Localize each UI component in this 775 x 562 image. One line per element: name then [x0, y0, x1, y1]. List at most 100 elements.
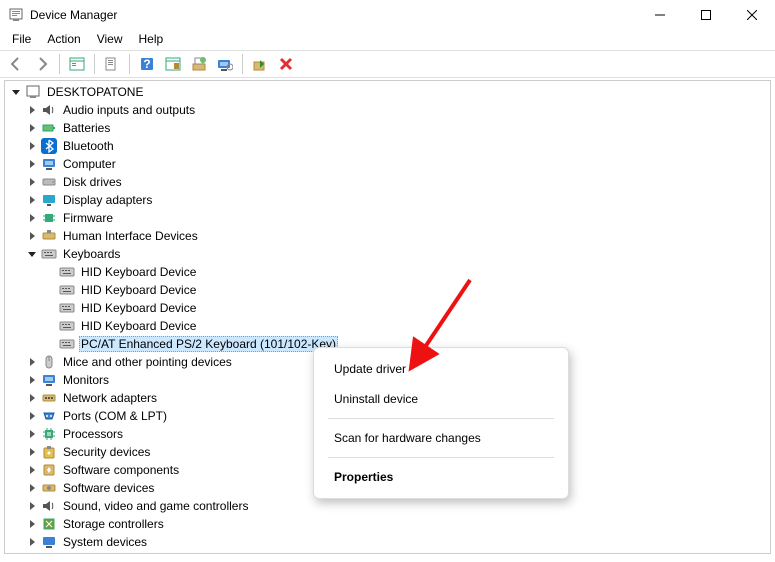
expand-icon[interactable] — [25, 373, 39, 387]
toolbar-separator — [242, 54, 243, 74]
collapse-icon[interactable] — [25, 247, 39, 261]
bluetooth-icon — [41, 138, 57, 154]
expand-icon[interactable] — [25, 139, 39, 153]
display-icon — [41, 192, 57, 208]
tree-category-label: Human Interface Devices — [61, 229, 200, 243]
keyboard-icon — [59, 282, 75, 298]
expand-icon[interactable] — [25, 121, 39, 135]
close-button[interactable] — [729, 0, 775, 30]
action-menu-button[interactable] — [161, 52, 185, 76]
tree-category-label: Disk drives — [61, 175, 124, 189]
tree-spacer — [43, 265, 57, 279]
tree-category[interactable]: Disk drives — [5, 173, 770, 191]
ctx-properties[interactable]: Properties — [318, 462, 564, 492]
expand-icon[interactable] — [25, 391, 39, 405]
tree-category-label: Audio inputs and outputs — [61, 103, 197, 117]
tree-device[interactable]: HID Keyboard Device — [5, 263, 770, 281]
menu-view[interactable]: View — [89, 30, 131, 50]
tree-category[interactable]: Firmware — [5, 209, 770, 227]
show-hide-console-tree-button[interactable] — [65, 52, 89, 76]
tree-device[interactable]: HID Keyboard Device — [5, 299, 770, 317]
tree-device[interactable]: HID Keyboard Device — [5, 317, 770, 335]
tree-category-label: Display adapters — [61, 193, 154, 207]
tree-category[interactable]: Computer — [5, 155, 770, 173]
tree-category[interactable]: Human Interface Devices — [5, 227, 770, 245]
context-menu-separator — [328, 457, 554, 458]
app-icon — [8, 7, 24, 23]
tree-category[interactable]: System devices — [5, 533, 770, 551]
chip-icon — [41, 210, 57, 226]
tree-category[interactable]: Audio inputs and outputs — [5, 101, 770, 119]
expand-icon[interactable] — [25, 103, 39, 117]
sound-icon — [41, 498, 57, 514]
tree-category-label: Keyboards — [61, 247, 122, 261]
tree-category[interactable]: Batteries — [5, 119, 770, 137]
keyboard-icon — [59, 300, 75, 316]
mouse-icon — [41, 354, 57, 370]
scan-hardware-button[interactable] — [213, 52, 237, 76]
uninstall-device-button[interactable] — [274, 52, 298, 76]
keyboard-icon — [41, 246, 57, 262]
ctx-scan-hardware[interactable]: Scan for hardware changes — [318, 423, 564, 453]
window-controls — [637, 0, 775, 30]
disk-icon — [41, 174, 57, 190]
toolbar: ? — [0, 50, 775, 78]
tree-category-keyboards[interactable]: Keyboards — [5, 245, 770, 263]
speaker-icon — [41, 102, 57, 118]
tree-root[interactable]: DESKTOPATONE — [5, 83, 770, 101]
expand-icon[interactable] — [25, 229, 39, 243]
tree-category[interactable]: Storage controllers — [5, 515, 770, 533]
titlebar: Device Manager — [0, 0, 775, 30]
tree-category-label: Sound, video and game controllers — [61, 499, 250, 513]
properties-button[interactable] — [100, 52, 124, 76]
menu-help[interactable]: Help — [131, 30, 172, 50]
tree-root-label: DESKTOPATONE — [45, 85, 145, 99]
security-icon — [41, 444, 57, 460]
toolbar-separator — [129, 54, 130, 74]
expand-icon[interactable] — [25, 193, 39, 207]
help-button[interactable]: ? — [135, 52, 159, 76]
menu-file[interactable]: File — [4, 30, 39, 50]
maximize-button[interactable] — [683, 0, 729, 30]
device-tree[interactable]: DESKTOPATONE Audio inputs and outputs Bat… — [4, 80, 771, 554]
tree-category-label: Network adapters — [61, 391, 159, 405]
tree-category-label: System devices — [61, 535, 149, 549]
storage-icon — [41, 516, 57, 532]
expand-icon[interactable] — [25, 427, 39, 441]
collapse-icon[interactable] — [9, 85, 23, 99]
expand-icon[interactable] — [25, 355, 39, 369]
tree-category-label: Monitors — [61, 373, 111, 387]
enable-device-button[interactable] — [248, 52, 272, 76]
tree-device[interactable]: HID Keyboard Device — [5, 281, 770, 299]
expand-icon[interactable] — [25, 175, 39, 189]
expand-icon[interactable] — [25, 517, 39, 531]
tree-category-label: Software devices — [61, 481, 156, 495]
expand-icon[interactable] — [25, 157, 39, 171]
tree-device-label: HID Keyboard Device — [79, 265, 198, 279]
system-icon — [41, 534, 57, 550]
expand-icon[interactable] — [25, 499, 39, 513]
expand-icon[interactable] — [25, 481, 39, 495]
tree-category[interactable]: Display adapters — [5, 191, 770, 209]
back-button[interactable] — [4, 52, 28, 76]
ctx-update-driver[interactable]: Update driver — [318, 354, 564, 384]
tree-spacer — [43, 319, 57, 333]
minimize-button[interactable] — [637, 0, 683, 30]
update-driver-button[interactable] — [187, 52, 211, 76]
expand-icon[interactable] — [25, 211, 39, 225]
expand-icon[interactable] — [25, 409, 39, 423]
tree-category[interactable]: Bluetooth — [5, 137, 770, 155]
tree-category-label: Mice and other pointing devices — [61, 355, 234, 369]
context-menu: Update driver Uninstall device Scan for … — [313, 347, 569, 499]
menu-action[interactable]: Action — [39, 30, 88, 50]
tree-device-label: HID Keyboard Device — [79, 301, 198, 315]
port-icon — [41, 408, 57, 424]
computer-icon — [41, 156, 57, 172]
forward-button[interactable] — [30, 52, 54, 76]
ctx-uninstall-device[interactable]: Uninstall device — [318, 384, 564, 414]
expand-icon[interactable] — [25, 445, 39, 459]
expand-icon[interactable] — [25, 463, 39, 477]
tree-category-label: Software components — [61, 463, 181, 477]
expand-icon[interactable] — [25, 535, 39, 549]
tree-category[interactable]: Sound, video and game controllers — [5, 497, 770, 515]
